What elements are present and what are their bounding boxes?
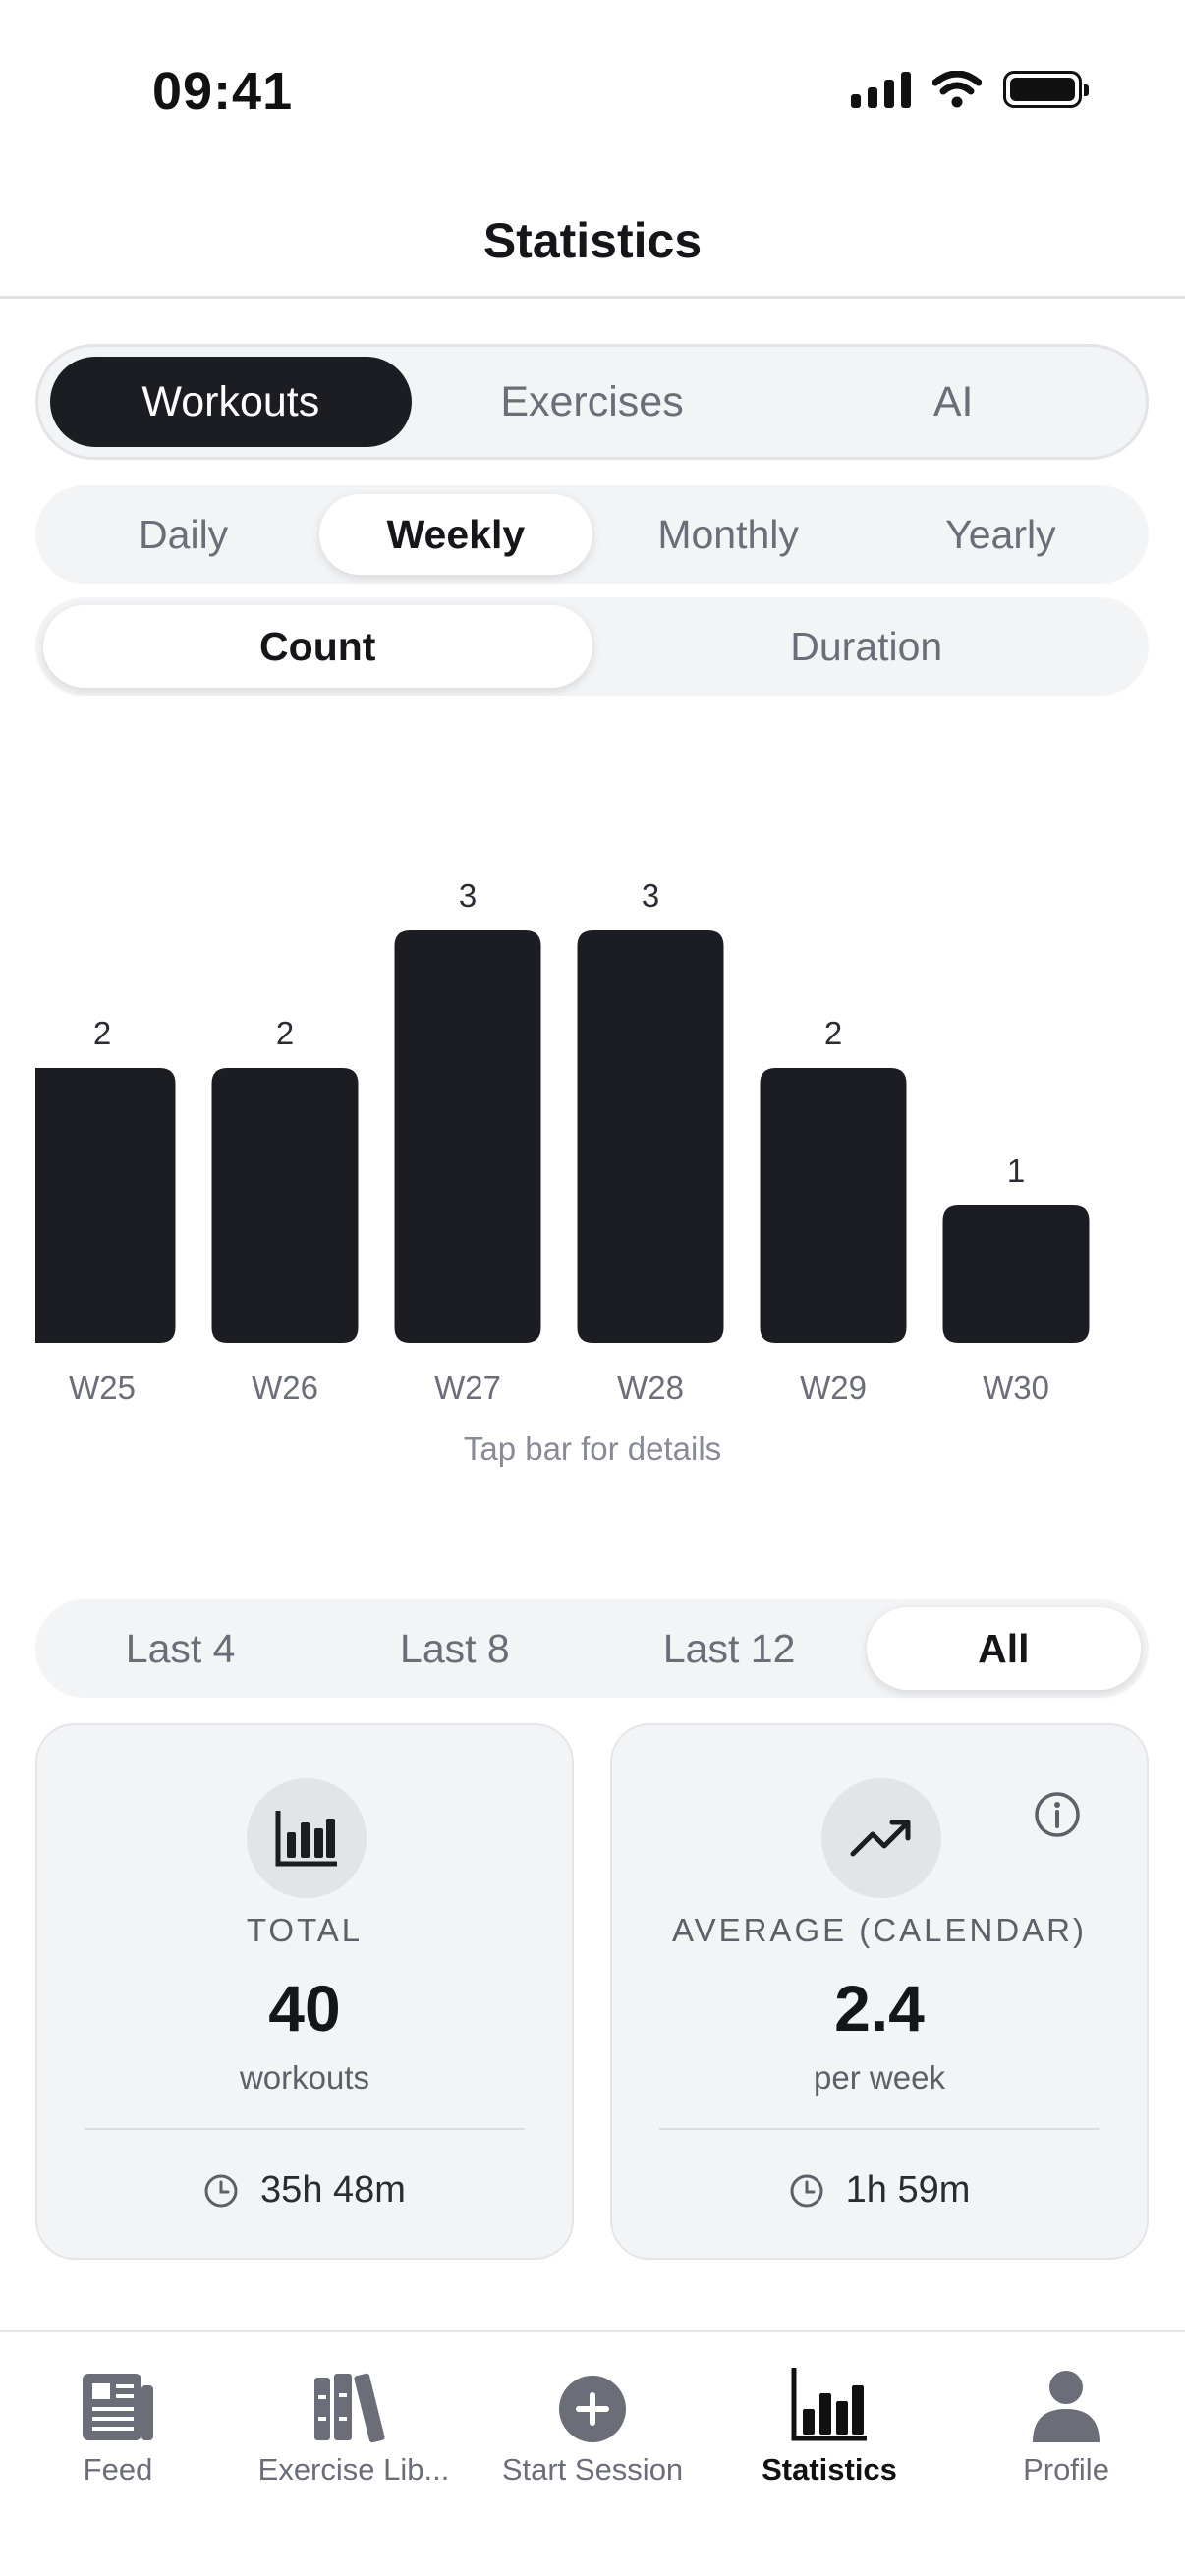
- wifi-icon: [932, 71, 982, 108]
- metric-selector: Count Duration: [35, 597, 1149, 696]
- period-yearly[interactable]: Yearly: [865, 494, 1137, 575]
- average-badge: [821, 1778, 941, 1898]
- chart-data-label: 2: [824, 1015, 842, 1051]
- divider: [659, 2128, 1100, 2130]
- tab-exercise-library-label: Exercise Lib...: [257, 2452, 450, 2487]
- chart-data-label: 3: [459, 877, 477, 914]
- metric-count[interactable]: Count: [43, 605, 592, 688]
- bar-chart-icon: [275, 1811, 337, 1867]
- status-time: 09:41: [152, 62, 294, 121]
- total-duration-row: 35h 48m: [37, 2169, 572, 2212]
- chart-x-tick-label: W28: [617, 1370, 684, 1406]
- chart-x-tick-label: W27: [434, 1370, 501, 1406]
- divider: [85, 2128, 525, 2130]
- chart-data-label: 1: [1007, 1152, 1025, 1189]
- average-duration: 1h 59m: [845, 2169, 971, 2211]
- header: Statistics: [0, 187, 1185, 299]
- period-monthly[interactable]: Monthly: [592, 494, 865, 575]
- tab-start-session-label: Start Session: [501, 2452, 684, 2487]
- total-value: 40: [268, 1972, 341, 2044]
- average-unit: per week: [814, 2059, 945, 2096]
- chart-bar-w30[interactable]: [942, 1205, 1090, 1343]
- total-label: TOTAL: [246, 1912, 364, 1948]
- tab-workouts[interactable]: Workouts: [50, 357, 412, 447]
- total-card: TOTAL 40 workouts 35h 48m: [35, 1723, 574, 2260]
- range-last-8[interactable]: Last 8: [317, 1607, 592, 1690]
- chart-data-label: 3: [642, 877, 659, 914]
- chart-bar-w29[interactable]: [760, 1068, 907, 1343]
- tab-exercises[interactable]: Exercises: [412, 357, 773, 447]
- chart-x-tick-label: W30: [983, 1370, 1049, 1406]
- clock-icon: [204, 2174, 238, 2207]
- tab-feed[interactable]: Feed: [0, 2358, 236, 2505]
- metric-duration[interactable]: Duration: [592, 605, 1142, 688]
- average-duration-row: 1h 59m: [612, 2169, 1147, 2212]
- plus-circle-icon: [559, 2376, 626, 2442]
- average-value: 2.4: [834, 1972, 925, 2044]
- tab-statistics[interactable]: Statistics: [711, 2358, 947, 2505]
- tab-ai[interactable]: AI: [772, 357, 1134, 447]
- period-weekly[interactable]: Weekly: [319, 494, 592, 575]
- chart-x-tick-label: W26: [252, 1370, 318, 1406]
- chart-bar-w25[interactable]: [35, 1068, 176, 1343]
- chart-bar-w26[interactable]: [211, 1068, 359, 1343]
- period-selector: Daily Weekly Monthly Yearly: [35, 485, 1149, 584]
- library-icon: [314, 2373, 385, 2442]
- chart-x-tick-label: W29: [800, 1370, 867, 1406]
- page-title: Statistics: [482, 213, 703, 268]
- range-last-4[interactable]: Last 4: [43, 1607, 317, 1690]
- tab-statistics-label: Statistics: [762, 2452, 897, 2487]
- statistics-icon: [791, 2368, 867, 2441]
- range-last-12[interactable]: Last 12: [592, 1607, 867, 1690]
- chart-bar-w27[interactable]: [394, 930, 541, 1343]
- chart-x-tick-label: W25: [69, 1370, 136, 1406]
- chart-data-label: 2: [93, 1015, 111, 1051]
- total-duration: 35h 48m: [260, 2169, 406, 2211]
- chart-hint: Tap bar for details: [463, 1430, 722, 1467]
- range-selector: Last 4 Last 8 Last 12 All: [35, 1599, 1149, 1698]
- total-badge: [247, 1778, 367, 1898]
- cellular-signal-icon: [851, 71, 911, 108]
- tab-profile-label: Profile: [1023, 2452, 1109, 2487]
- tab-start-session[interactable]: Start Session: [475, 2358, 710, 2505]
- profile-icon: [1033, 2371, 1100, 2442]
- clock-icon: [790, 2174, 823, 2207]
- tab-feed-label: Feed: [83, 2452, 153, 2487]
- chart-data-label: 2: [276, 1015, 294, 1051]
- status-bar: 09:41: [0, 0, 1185, 187]
- status-icons: [851, 71, 1089, 108]
- chart-bar-w28[interactable]: [577, 930, 724, 1343]
- feed-icon: [83, 2374, 153, 2440]
- battery-icon: [1003, 71, 1089, 108]
- period-daily[interactable]: Daily: [47, 494, 319, 575]
- average-card: AVERAGE (CALENDAR) 2.4 per week 1h 59m: [610, 1723, 1149, 2260]
- tab-exercise-library[interactable]: Exercise Lib...: [236, 2358, 472, 2505]
- total-unit: workouts: [239, 2059, 370, 2096]
- info-icon[interactable]: [1033, 1790, 1082, 1839]
- workouts-bar-chart: 2 W25 2 W26 3 W27 3 W28 2 W29 1 W30: [0, 845, 1185, 1493]
- trending-up-icon: [850, 1820, 911, 1857]
- range-all[interactable]: All: [866, 1607, 1141, 1690]
- main-tab-control: Workouts Exercises AI: [35, 344, 1149, 460]
- tab-bar: Feed Exercise Lib... Start Session Stati…: [0, 2330, 1185, 2576]
- chart-svg: 2 W25 2 W26 3 W27 3 W28 2 W29 1 W30: [35, 877, 1090, 1406]
- tab-profile[interactable]: Profile: [948, 2358, 1184, 2505]
- average-label: AVERAGE (CALENDAR): [672, 1912, 1087, 1948]
